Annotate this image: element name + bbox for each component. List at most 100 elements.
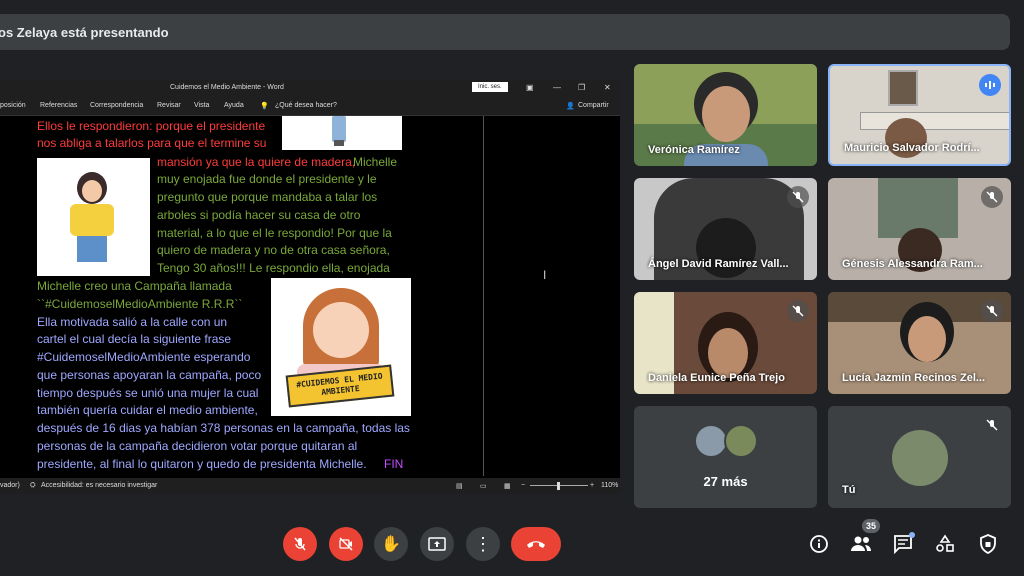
activities-icon — [936, 534, 954, 552]
mic-off-icon — [981, 186, 1003, 208]
avatar — [724, 424, 758, 458]
leave-call-button[interactable] — [511, 527, 561, 561]
more-options-button[interactable]: ⋮ — [466, 527, 500, 561]
zoom-level[interactable]: 110% — [601, 482, 618, 489]
tab-view[interactable]: Vista — [194, 102, 209, 109]
present-button[interactable] — [420, 527, 454, 561]
presenter-banner: os Zelaya está presentando — [0, 14, 1010, 50]
more-vert-icon: ⋮ — [474, 534, 492, 554]
speaking-indicator — [979, 74, 1001, 96]
lightbulb-icon: 💡 — [260, 103, 269, 110]
host-controls-button[interactable] — [976, 532, 1000, 556]
text-cursor-icon: I — [543, 268, 547, 282]
word-statusbar: vador) ⛭ Accesibilidad: es necesario inv… — [0, 478, 620, 494]
participant-tile[interactable]: Daniela Eunice Peña Trejo — [634, 292, 817, 394]
mic-off-icon — [787, 300, 809, 322]
people-icon — [851, 536, 871, 551]
doc-line: pregunto que porque mandaba a talar los — [157, 190, 378, 204]
shared-screen[interactable]: Cuidemos el Medio Ambiente - Word Inic. … — [0, 80, 620, 494]
mic-off-icon — [981, 300, 1003, 322]
web-layout-icon[interactable]: ▦ — [504, 482, 511, 490]
print-layout-icon[interactable]: ▭ — [480, 482, 487, 490]
doc-line: ``#CuidemoselMedioAmbiente R.R.R`` — [37, 297, 243, 311]
accessibility-icon: ⛭ — [30, 482, 36, 489]
participant-tile[interactable]: Verónica Ramírez — [634, 64, 817, 166]
doc-line: quiero de madera y no de otra casa señor… — [157, 243, 390, 257]
ribbon-display-icon[interactable]: ▣ — [526, 83, 534, 92]
tab-help[interactable]: Ayuda — [224, 102, 244, 109]
doc-line: Ellos le respondieron: porque el preside… — [37, 119, 266, 133]
participant-name: Ángel David Ramírez Vall... — [648, 258, 789, 270]
zoom-out-button[interactable]: − — [521, 482, 525, 489]
self-name: Tú — [842, 484, 856, 496]
doc-line: Ella motivada salió a la calle con un — [37, 315, 228, 329]
doc-line: #CuidemoselMedioAmbiente esperando — [37, 350, 251, 364]
meeting-details-button[interactable] — [807, 532, 831, 556]
participant-name: Verónica Ramírez — [648, 144, 740, 156]
camera-off-icon — [339, 537, 353, 551]
status-language: vador) — [0, 482, 20, 489]
avatar — [694, 424, 728, 458]
doc-line-end: FIN — [384, 457, 404, 471]
chat-notification-dot — [909, 532, 915, 538]
participant-tile[interactable]: Ángel David Ramírez Vall... — [634, 178, 817, 280]
doc-line: material, a lo que el le respondio! Por … — [157, 226, 392, 240]
doc-line: tiempo después se unió una mujer la cual — [37, 386, 259, 400]
participant-tile[interactable]: Mauricio Salvador Rodrí... — [828, 64, 1011, 166]
close-icon[interactable]: ✕ — [604, 83, 611, 92]
doc-line: que personas apoyaran la campaña, poco — [37, 368, 262, 382]
participant-tile[interactable]: Lucía Jazmín Recinos Zel... — [828, 292, 1011, 394]
restore-icon[interactable]: ❐ — [578, 83, 585, 92]
raise-hand-button[interactable]: ✋ — [374, 527, 408, 561]
hangup-icon — [527, 541, 545, 548]
person-icon: 👤 — [566, 103, 575, 110]
read-mode-icon[interactable]: ▤ — [456, 482, 463, 490]
hand-icon: ✋ — [381, 536, 401, 553]
doc-line: después de 16 dias ya habían 378 persona… — [37, 421, 410, 435]
doc-line: muy enojada fue donde el presidente y le — [157, 172, 377, 186]
participant-name: Daniela Eunice Peña Trejo — [648, 372, 785, 384]
presenter-text: os Zelaya está presentando — [0, 24, 169, 40]
tab-references[interactable]: Referencias — [40, 102, 77, 109]
tab-mailings[interactable]: Correspondencia — [90, 102, 143, 109]
tab-layout[interactable]: posición — [0, 102, 26, 109]
people-button[interactable] — [849, 532, 873, 556]
self-tile[interactable]: Tú — [828, 406, 1011, 508]
activities-button[interactable] — [933, 532, 957, 556]
word-ribbon: posición Referencias Correspondencia Rev… — [0, 96, 620, 116]
doc-line: personas de la campaña decidieron votar … — [37, 439, 358, 453]
info-icon — [810, 535, 828, 553]
doc-line: presidente, al final lo quitaron y quedo… — [37, 457, 367, 471]
present-icon — [428, 537, 446, 551]
shield-icon — [980, 534, 996, 554]
word-titlebar: Cuidemos el Medio Ambiente - Word Inic. … — [0, 80, 620, 96]
self-avatar — [892, 430, 948, 486]
doc-line: Tengo 30 años!!! Le respondio ella, enoj… — [157, 261, 390, 275]
signin-button[interactable]: Inic. ses. — [472, 82, 508, 92]
top-illustration — [282, 116, 402, 150]
doc-line: mansión ya que la quiere de madera, — [157, 155, 356, 169]
document-scrollbar[interactable] — [483, 116, 484, 476]
doc-line: también quería cuidar el medio ambiente, — [37, 403, 258, 417]
more-count: 27 más — [703, 474, 748, 489]
doc-line: Michelle creo una Campaña llamada — [37, 279, 232, 293]
mic-off-icon — [787, 186, 809, 208]
chat-button[interactable] — [891, 532, 915, 556]
campaign-girl-illustration: #CUIDEMOS EL MEDIO AMBIENTE — [271, 278, 411, 416]
zoom-slider-thumb[interactable] — [557, 482, 560, 490]
document-body[interactable]: Ellos le respondieron: porque el preside… — [0, 116, 620, 476]
zoom-in-button[interactable]: + — [590, 482, 594, 489]
camera-toggle-button[interactable] — [329, 527, 363, 561]
doc-line: Michelle — [353, 155, 398, 169]
mic-toggle-button[interactable] — [283, 527, 317, 561]
angry-girl-illustration — [37, 158, 150, 276]
tell-me-input[interactable]: ¿Qué desea hacer? — [275, 102, 337, 109]
more-participants-tile[interactable]: 27 más — [634, 406, 817, 508]
people-count-badge: 35 — [862, 519, 881, 533]
share-button[interactable]: Compartir — [578, 102, 609, 109]
mic-off-icon — [294, 537, 306, 551]
tab-review[interactable]: Revisar — [157, 102, 181, 109]
participant-tile[interactable]: Génesis Alessandra Ram... — [828, 178, 1011, 280]
minimize-icon[interactable]: — — [553, 83, 561, 92]
accessibility-status[interactable]: Accesibilidad: es necesario investigar — [41, 482, 157, 489]
